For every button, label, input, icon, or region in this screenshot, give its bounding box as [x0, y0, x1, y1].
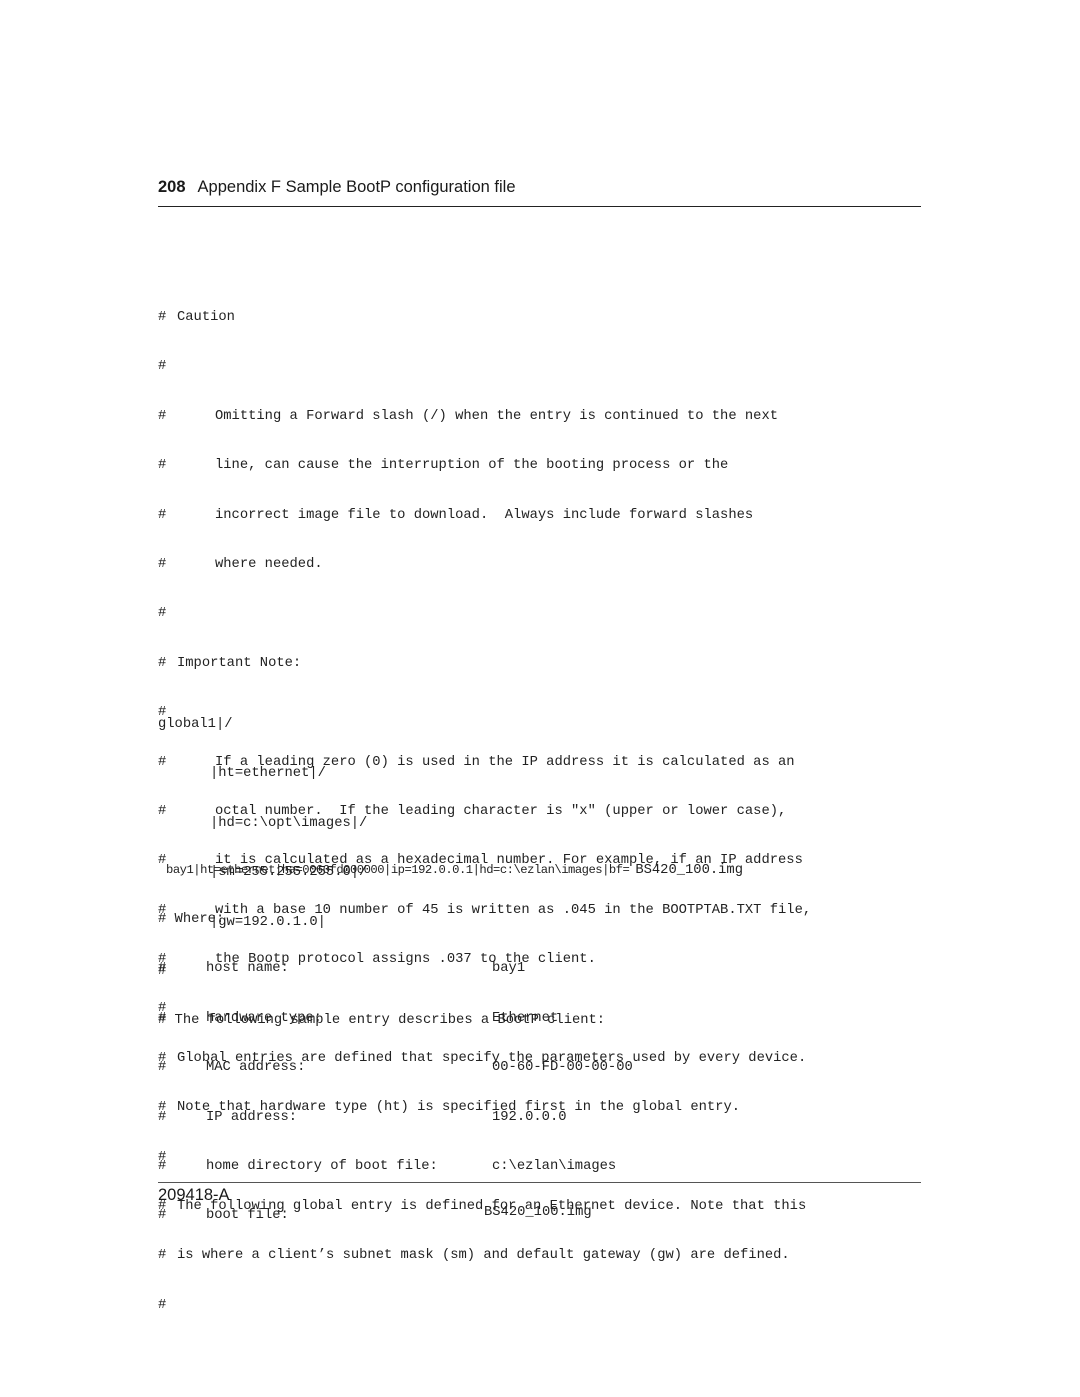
client-entry-line: bay1|ht=ethernet|ha=0060fd000000|ip=192.…: [158, 842, 743, 878]
global-entry-head: global1|/: [158, 717, 233, 732]
global-entry-line: |hd=c:\opt\images|/: [210, 815, 368, 831]
where-row: # boot file: BS420_100.img: [158, 1205, 592, 1224]
code-line: #: [158, 1297, 167, 1313]
code-line: # is where a client’s subnet mask (sm) an…: [158, 1248, 790, 1264]
code-line: # Omitting a Forward slash (/) when the e…: [158, 408, 779, 424]
code-line: #: [158, 359, 167, 375]
where-row: # MAC address: 00-60-FD-00-00-00: [158, 1060, 633, 1076]
page-header: 208 Appendix F Sample BootP configuration…: [158, 178, 516, 197]
where-row: # hardware type: Ethernet: [158, 1010, 559, 1026]
code-line: # Important Note:: [158, 655, 302, 671]
page-title: Appendix F Sample BootP configuration fi…: [197, 178, 516, 196]
client-entry-boot-file: BS420_100.img: [635, 863, 743, 878]
global-entry-line: |ht=ethernet|/: [210, 766, 326, 782]
code-line: # line, can cause the interruption of the…: [158, 458, 729, 474]
code-line: # where needed.: [158, 556, 323, 572]
footer-doc-number: 209418-A: [158, 1186, 230, 1204]
header-rule: [158, 206, 921, 207]
code-line: # incorrect image file to download. Alway…: [158, 507, 754, 523]
code-line: # Caution: [158, 310, 235, 325]
client-entry-prefix: bay1|ht=ethernet|ha=0060fd000000|ip=192.…: [166, 863, 630, 877]
code-line: #: [158, 606, 167, 622]
where-title: # Where:: [158, 912, 225, 927]
where-row: # host name: bay1: [158, 961, 526, 977]
global-entry-line: |gw=192.0.1.0|: [210, 914, 326, 930]
where-row: # home directory of boot file: c:\ezlan\im…: [158, 1158, 617, 1174]
page-number: 208: [158, 178, 186, 196]
footer-rule: [158, 1182, 921, 1183]
where-row: # IP address: 192.0.0.0: [158, 1109, 567, 1125]
